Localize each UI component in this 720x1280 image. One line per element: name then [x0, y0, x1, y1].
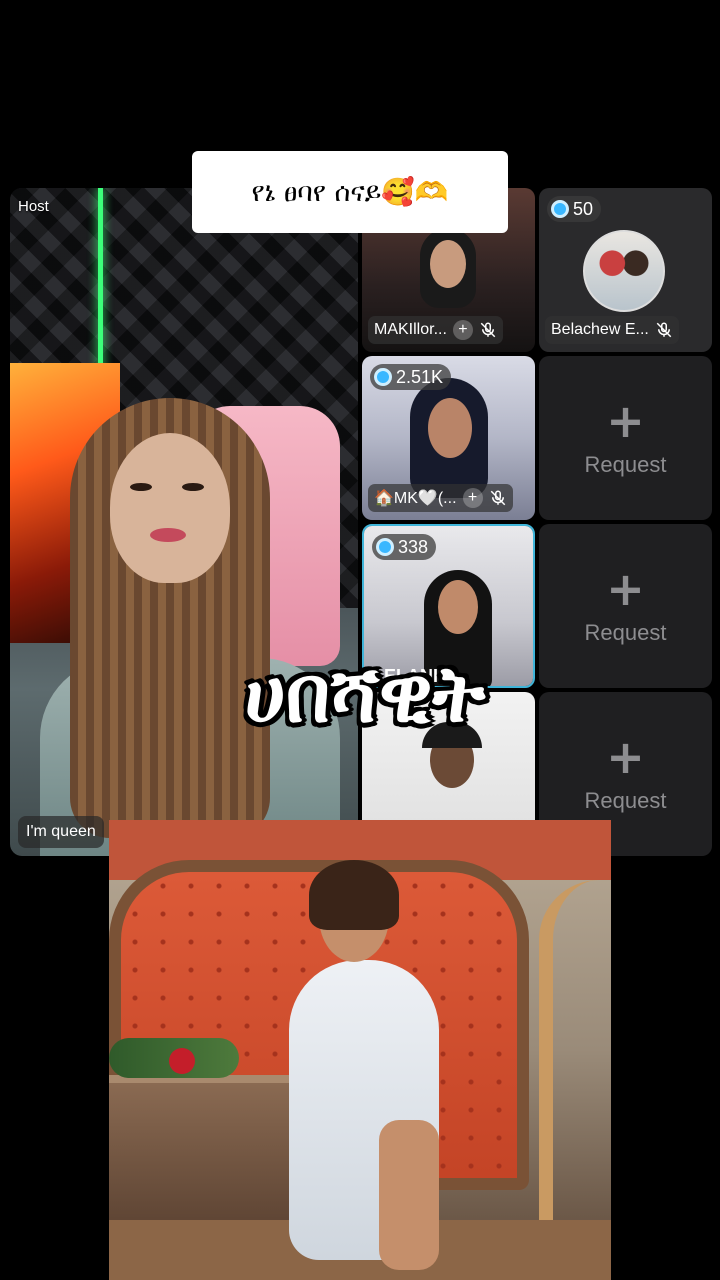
follow-plus-icon[interactable]: +	[462, 488, 483, 508]
mic-muted-icon	[479, 321, 497, 339]
diamond-icon	[376, 538, 394, 556]
guest-4-badge-count: 338	[398, 536, 429, 557]
guest-4-gift-badge: 338	[372, 534, 437, 560]
mic-muted-icon	[489, 489, 507, 507]
guest-2-gift-badge: 50	[547, 196, 602, 222]
guest-2-avatar	[583, 230, 665, 312]
host-video-tile[interactable]: Host I'm queen	[10, 188, 358, 856]
caption-banner: የኔ ፀባየ ሰናይ🥰🫶	[192, 151, 508, 233]
diamond-icon	[374, 368, 392, 386]
diamond-icon	[551, 200, 569, 218]
request-label: Request	[584, 452, 667, 477]
featured-photo	[109, 820, 611, 1280]
woman-hair	[309, 860, 399, 930]
host-name-tag[interactable]: I'm queen	[18, 816, 104, 848]
request-slot-1[interactable]: + Request	[539, 356, 712, 520]
host-lips	[150, 528, 186, 542]
guest-3-face	[428, 398, 472, 458]
guest-2-nameplate: Belachew E...	[545, 316, 679, 344]
guest-2-badge-count: 50	[573, 198, 594, 219]
guest-2-name: Belachew E...	[551, 321, 649, 338]
plus-icon: +	[606, 730, 645, 784]
guest-1-face	[430, 240, 466, 288]
guest-3-gift-badge: 2.51K	[370, 364, 452, 390]
guest-3-name: 🏠MK🤍(...	[374, 490, 457, 507]
neon-light	[98, 188, 103, 388]
request-label: Request	[584, 620, 667, 645]
host-label: Host	[18, 198, 49, 215]
host-eye-left	[130, 483, 152, 491]
guest-tile-3[interactable]: 2.51K 🏠MK🤍(... +	[362, 356, 535, 520]
follow-plus-icon[interactable]: +	[452, 320, 473, 340]
host-face	[110, 433, 230, 583]
rose-flower	[169, 1048, 195, 1074]
guest-tile-2[interactable]: 50 Belachew E...	[539, 188, 712, 352]
guest-4-face	[438, 580, 478, 634]
live-multi-guest-grid: Host I'm queen MAKIllor... + 50 Belachew…	[10, 188, 712, 856]
host-eye-right	[182, 483, 204, 491]
mic-muted-icon	[655, 321, 673, 339]
request-label: Request	[584, 788, 667, 813]
guest-3-badge-count: 2.51K	[396, 366, 444, 387]
plus-icon: +	[606, 394, 645, 448]
woman-legs	[379, 1120, 439, 1270]
request-slot-2[interactable]: + Request	[539, 524, 712, 688]
guest-1-name: MAKIllor...	[374, 321, 447, 338]
guest-1-nameplate: MAKIllor... +	[368, 316, 503, 344]
guest-3-nameplate: 🏠MK🤍(... +	[368, 484, 513, 512]
plus-icon: +	[606, 562, 645, 616]
caption-text: የኔ ፀባየ ሰናይ🥰🫶	[251, 176, 449, 208]
overlay-title: ሀበሻዊት	[244, 650, 486, 740]
